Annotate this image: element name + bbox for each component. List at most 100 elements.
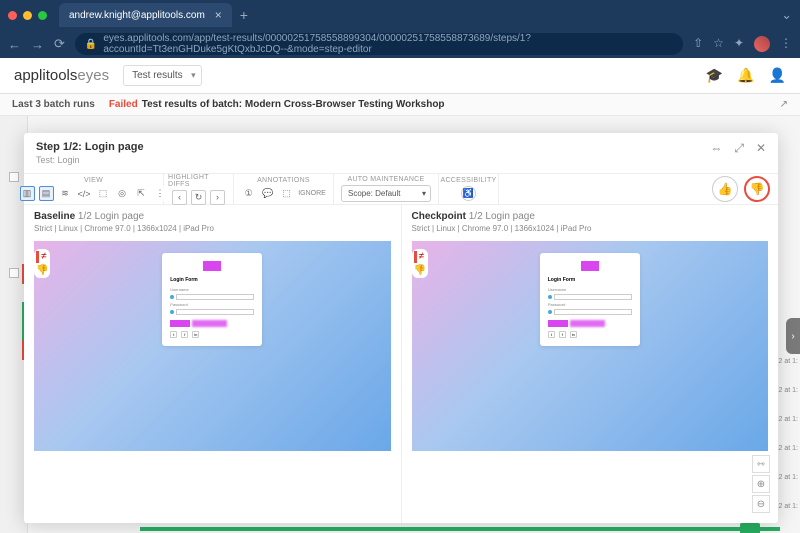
username-input <box>176 294 254 300</box>
diff-indicator: ≠ 👎 <box>34 249 50 278</box>
card-logo <box>581 261 599 271</box>
thumb-down-small-icon[interactable]: 👎 <box>36 265 48 276</box>
card-logo <box>203 261 221 271</box>
maximize-window[interactable] <box>38 11 47 20</box>
baseline-meta: Strict | Linux | Chrome 97.0 | 1366x1024… <box>34 224 391 233</box>
bell-icon[interactable]: 🔔 <box>737 67 754 84</box>
new-tab-icon[interactable]: + <box>240 7 248 23</box>
cycle-diff-icon[interactable]: ↻ <box>191 190 206 205</box>
app-body: applitoolseyes Test results 🎓 🔔 👤 Last 3… <box>0 58 800 533</box>
login-card: Login Form Username Password tfin <box>540 253 640 346</box>
thumbs-up-button[interactable]: 👍 <box>712 176 738 202</box>
back-icon[interactable]: ← <box>8 37 21 52</box>
float-tools: ⇿ ⊕ ⊖ <box>752 455 770 513</box>
password-input <box>554 309 632 315</box>
comment-icon[interactable]: 💬 <box>260 186 275 201</box>
twitter-icon: t <box>170 331 177 338</box>
remember-blur <box>192 320 227 327</box>
modal-subtitle: Test: Login <box>36 155 144 165</box>
expand-icon[interactable]: ⤢ <box>734 141 744 156</box>
close-icon[interactable]: ✕ <box>756 141 766 156</box>
scope-dropdown[interactable]: Scope: Default <box>341 185 431 202</box>
reload-icon[interactable]: ⟳ <box>54 36 65 52</box>
user-icon[interactable]: 👤 <box>769 67 786 84</box>
chevron-down-icon[interactable]: ⌄ <box>781 7 792 23</box>
batch-title: Test results of batch: Modern Cross-Brow… <box>142 99 445 110</box>
thumbs-down-button[interactable]: 👎 <box>744 176 770 202</box>
view-side-by-side-icon[interactable]: ▥ <box>20 186 35 201</box>
close-tab-icon[interactable]: × <box>215 8 222 22</box>
username-input <box>554 294 632 300</box>
step-editor-modal: Step 1/2: Login page Test: Login ⇔ ⤢ ✕ V… <box>24 133 778 523</box>
thumb-down-small-icon[interactable]: 👎 <box>414 265 426 276</box>
address-field[interactable]: 🔒 eyes.applitools.com/app/test-results/0… <box>75 33 683 55</box>
checkpoint-label: Checkpoint <box>412 211 466 222</box>
profile-avatar[interactable] <box>754 36 770 52</box>
progress-badge <box>740 523 760 533</box>
linkedin-icon: in <box>192 331 199 338</box>
expand-panel-handle[interactable]: › <box>786 318 800 354</box>
highlight-label: HIGHLIGHT DIFFS <box>168 174 229 188</box>
extensions-icon[interactable]: ✦ <box>734 36 744 52</box>
sidebar-checkbox[interactable] <box>9 268 19 278</box>
accessibility-icon[interactable]: ♿ <box>461 186 476 201</box>
sub-header: Last 3 batch runs Failed Test results of… <box>0 94 800 116</box>
forward-icon[interactable]: → <box>31 37 44 52</box>
test-results-dropdown[interactable]: Test results <box>123 65 202 86</box>
ignore-label[interactable]: IGNORE <box>298 190 326 197</box>
browser-tab[interactable]: andrew.knight@applitools.com × <box>59 3 232 27</box>
form-title: Login Form <box>170 277 254 283</box>
prev-diff-icon[interactable]: ‹ <box>172 190 187 205</box>
next-diff-icon[interactable]: › <box>210 190 225 205</box>
browser-chrome: andrew.knight@applitools.com × + ⌄ <box>0 0 800 30</box>
toolbar: VIEW ▥ ▤ ≋ </> ⬚ ◎ ⇱ ⋮ HIGHLIGHT DIFFS ‹… <box>24 173 778 205</box>
baseline-screenshot[interactable]: Login Form Username Password tfin <box>34 241 391 451</box>
login-button <box>170 320 190 327</box>
facebook-icon: f <box>559 331 566 338</box>
checkpoint-screenshot[interactable]: Login Form Username Password tfin <box>412 241 769 451</box>
star-icon[interactable]: ☆ <box>713 36 724 52</box>
annotations-label: ANNOTATIONS <box>257 177 310 184</box>
remember-blur <box>570 320 605 327</box>
share-icon[interactable]: ⇔ <box>710 141 722 156</box>
linkedin-icon: in <box>570 331 577 338</box>
checkpoint-meta: Strict | Linux | Chrome 97.0 | 1366x1024… <box>412 224 769 233</box>
url-bar: ← → ⟳ 🔒 eyes.applitools.com/app/test-res… <box>0 30 800 58</box>
share-icon[interactable]: ⇧ <box>693 36 703 52</box>
fit-icon[interactable]: ⇿ <box>752 455 770 473</box>
sidebar-checkbox[interactable] <box>9 172 19 182</box>
minimize-window[interactable] <box>23 11 32 20</box>
form-title: Login Form <box>548 277 632 283</box>
modal-title: Step 1/2: Login page <box>36 141 144 153</box>
share-small-icon[interactable]: ↗ <box>780 99 788 110</box>
graduation-icon[interactable]: 🎓 <box>706 67 723 84</box>
target-icon[interactable]: ◎ <box>115 186 130 201</box>
diff-indicator: ≠ 👎 <box>412 249 428 278</box>
code-icon[interactable]: </> <box>77 186 92 201</box>
region-icon[interactable]: ⬚ <box>96 186 111 201</box>
applitools-logo[interactable]: applitoolseyes <box>14 67 109 84</box>
twitter-icon: t <box>548 331 555 338</box>
app-header: applitoolseyes Test results 🎓 🔔 👤 <box>0 58 800 94</box>
region-select-icon[interactable]: ⬚ <box>279 186 294 201</box>
export-icon[interactable]: ⇱ <box>134 186 149 201</box>
not-equal-icon: ≠ <box>419 251 425 263</box>
lock-icon: 🔒 <box>85 39 97 50</box>
progress-bar <box>140 527 780 531</box>
issue-icon[interactable]: ① <box>241 186 256 201</box>
not-equal-icon: ≠ <box>41 251 47 263</box>
view-toggle-icon[interactable]: ▤ <box>39 186 54 201</box>
compare-view: Baseline 1/2 Login page Strict | Linux |… <box>24 205 778 523</box>
tab-title: andrew.knight@applitools.com <box>69 10 205 21</box>
zoom-out-icon[interactable]: ⊖ <box>752 495 770 513</box>
zoom-in-icon[interactable]: ⊕ <box>752 475 770 493</box>
view-label: VIEW <box>84 177 103 184</box>
layers-icon[interactable]: ≋ <box>58 186 73 201</box>
window-controls <box>8 11 47 20</box>
facebook-icon: f <box>181 331 188 338</box>
login-card: Login Form Username Password tfin <box>162 253 262 346</box>
menu-icon[interactable]: ⋮ <box>780 36 792 52</box>
baseline-label: Baseline <box>34 211 75 222</box>
close-window[interactable] <box>8 11 17 20</box>
checkpoint-pane: Checkpoint 1/2 Login page Strict | Linux… <box>401 205 779 523</box>
